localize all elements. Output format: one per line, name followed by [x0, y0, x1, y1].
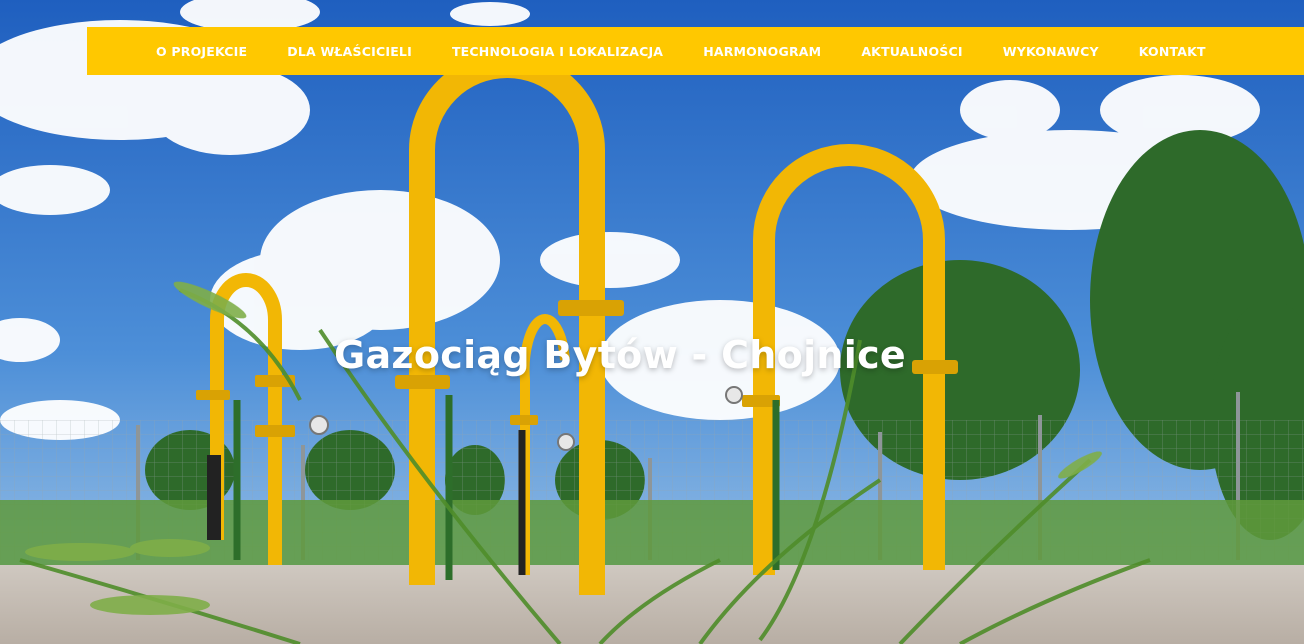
nav-item-wykonawcy[interactable]: WYKONAWCY	[1003, 44, 1099, 59]
nav-item-dla-wlascicieli[interactable]: DLA WŁAŚCICIELI	[287, 44, 412, 59]
nav-item-technologia-i-lokalizacja[interactable]: TECHNOLOGIA I LOKALIZACJA	[452, 44, 663, 59]
nav-item-o-projekcie[interactable]: O PROJEKCIE	[156, 44, 247, 59]
hero-banner: O PROJEKCIE DLA WŁAŚCICIELI TECHNOLOGIA …	[0, 0, 1304, 644]
hero-title: Gazociąg Bytów - Chojnice	[334, 333, 906, 377]
nav-item-kontakt[interactable]: KONTAKT	[1139, 44, 1206, 59]
hero-background-image	[0, 0, 1304, 644]
main-navigation-bar: O PROJEKCIE DLA WŁAŚCICIELI TECHNOLOGIA …	[87, 27, 1304, 75]
nav-item-aktualnosci[interactable]: AKTUALNOŚCI	[861, 44, 962, 59]
nav-item-harmonogram[interactable]: HARMONOGRAM	[703, 44, 821, 59]
